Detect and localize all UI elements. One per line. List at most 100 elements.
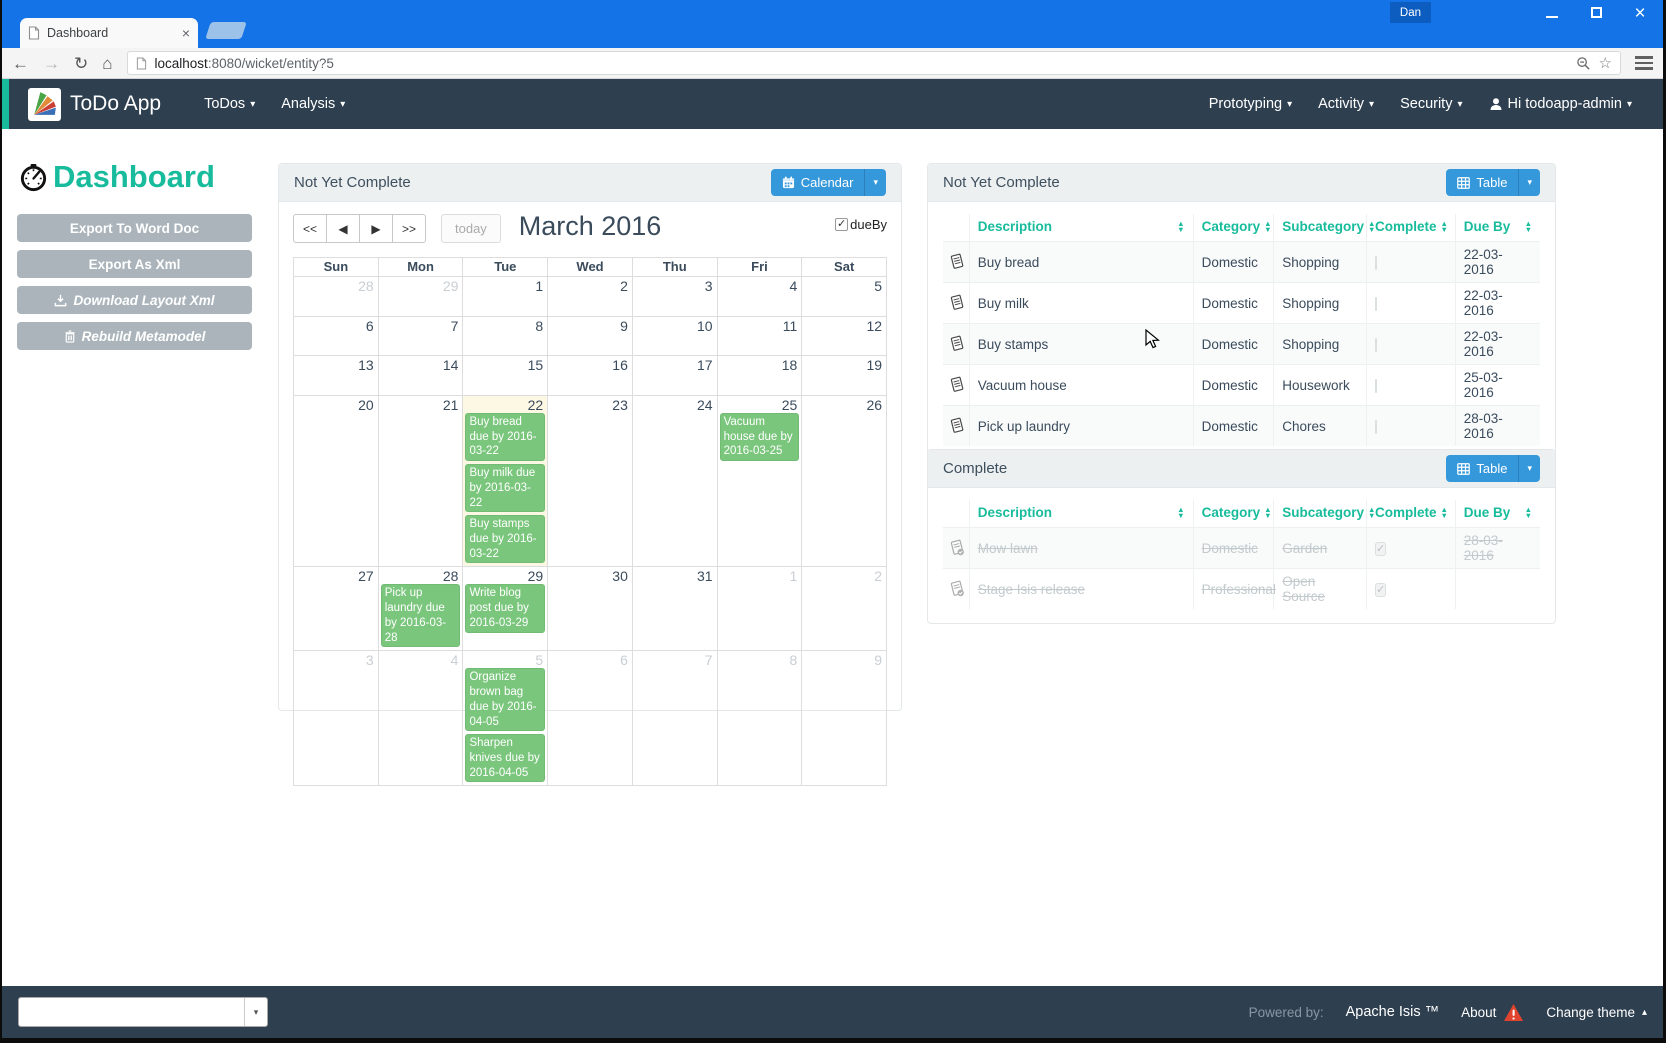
- calendar-day-cell[interactable]: 18: [718, 356, 803, 396]
- calendar-day-cell[interactable]: 1: [463, 277, 548, 317]
- table-row[interactable]: Buy milkDomesticShopping22-03-2016: [943, 283, 1540, 324]
- url-bar[interactable]: localhost:8080/wicket/entity?5 ☆: [127, 51, 1621, 75]
- todo-app-logo-icon[interactable]: [28, 88, 61, 121]
- rebuild-metamodel-button[interactable]: Rebuild Metamodel: [17, 322, 252, 350]
- table-row[interactable]: Buy breadDomesticShopping22-03-2016: [943, 242, 1540, 283]
- calendar-day-cell[interactable]: 2: [802, 567, 887, 651]
- column-header-category[interactable]: Category▲▼: [1193, 500, 1274, 528]
- calendar-event[interactable]: Write blog post due by 2016-03-29: [465, 584, 545, 632]
- download-layout-xml-button[interactable]: Download Layout Xml: [17, 286, 252, 314]
- calendar-event[interactable]: Sharpen knives due by 2016-04-05: [465, 734, 545, 782]
- calendar-day-cell[interactable]: 13: [294, 356, 379, 396]
- chevron-down-icon[interactable]: ▾: [864, 169, 886, 196]
- sort-icon[interactable]: ▲▼: [1177, 507, 1184, 519]
- calendar-day-cell[interactable]: 25Vacuum house due by 2016-03-25: [718, 396, 803, 567]
- calendar-day-cell[interactable]: 31: [633, 567, 718, 651]
- complete-checkbox[interactable]: [1375, 379, 1377, 393]
- sort-icon[interactable]: ▲▼: [1525, 221, 1532, 233]
- calendar-day-cell[interactable]: 30: [548, 567, 633, 651]
- table-row[interactable]: Stage Isis releaseProfessionalOpen Sourc…: [943, 569, 1540, 610]
- calendar-day-cell[interactable]: 2: [548, 277, 633, 317]
- complete-checkbox[interactable]: [1375, 297, 1377, 311]
- select-arrow-icon[interactable]: ▾: [244, 998, 267, 1026]
- menu-security[interactable]: Security▾: [1400, 96, 1462, 112]
- calendar-day-cell[interactable]: 3: [294, 651, 379, 786]
- calendar-event[interactable]: Pick up laundry due by 2016-03-28: [381, 584, 461, 647]
- column-header-complete[interactable]: Complete▲▼: [1367, 214, 1456, 242]
- calendar-day-cell[interactable]: 21: [379, 396, 464, 567]
- calendar-view-button[interactable]: Calendar ▾: [771, 169, 886, 196]
- sort-icon[interactable]: ▲▼: [1264, 507, 1271, 519]
- change-theme-menu[interactable]: Change theme ▴: [1546, 1005, 1647, 1020]
- bookmark-star-icon[interactable]: ☆: [1599, 54, 1612, 72]
- calendar-day-cell[interactable]: 11: [718, 317, 803, 356]
- browser-menu-icon[interactable]: [1635, 56, 1653, 70]
- table-row[interactable]: Vacuum houseDomesticHousework25-03-2016: [943, 365, 1540, 406]
- column-header-due-by[interactable]: Due By▲▼: [1455, 500, 1540, 528]
- complete-checkbox[interactable]: [1375, 256, 1377, 270]
- tab-close-icon[interactable]: ×: [182, 26, 190, 40]
- calendar-day-cell[interactable]: 7: [633, 651, 718, 786]
- sort-icon[interactable]: ▲▼: [1264, 221, 1271, 233]
- menu-analysis[interactable]: Analysis▾: [281, 96, 345, 112]
- theme-select[interactable]: ▾: [18, 997, 268, 1027]
- url-text[interactable]: localhost:8080/wicket/entity?5: [155, 56, 1568, 71]
- calendar-event[interactable]: Buy bread due by 2016-03-22: [465, 413, 545, 461]
- calendar-day-cell[interactable]: 23: [548, 396, 633, 567]
- sort-icon[interactable]: ▲▼: [1525, 507, 1532, 519]
- chevron-down-icon[interactable]: ▾: [1518, 455, 1540, 482]
- table-row[interactable]: Pick up laundryDomesticChores28-03-2016: [943, 406, 1540, 447]
- menu-activity[interactable]: Activity▾: [1318, 96, 1374, 112]
- calendar-day-cell[interactable]: 7: [379, 317, 464, 356]
- column-header-due-by[interactable]: Due By▲▼: [1455, 214, 1540, 242]
- calendar-day-cell[interactable]: 20: [294, 396, 379, 567]
- export-as-xml-button[interactable]: Export As Xml: [17, 250, 252, 278]
- export-to-word-doc-button[interactable]: Export To Word Doc: [17, 214, 252, 242]
- minimize-icon[interactable]: [1545, 5, 1559, 23]
- calendar-day-cell[interactable]: 17: [633, 356, 718, 396]
- table-row[interactable]: Mow lawnDomesticGarden✓28-03-2016: [943, 528, 1540, 569]
- about-link[interactable]: About: [1461, 1003, 1524, 1022]
- table-row[interactable]: Buy stampsDomesticShopping22-03-2016: [943, 324, 1540, 365]
- calendar-day-cell[interactable]: 24: [633, 396, 718, 567]
- calendar-day-cell[interactable]: 9: [548, 317, 633, 356]
- complete-checkbox[interactable]: [1375, 420, 1377, 434]
- app-brand[interactable]: ToDo App: [70, 92, 161, 116]
- column-header-description[interactable]: Description▲▼: [969, 214, 1193, 242]
- calendar-day-cell[interactable]: 6: [548, 651, 633, 786]
- calendar-day-cell[interactable]: 22Buy bread due by 2016-03-22Buy milk du…: [463, 396, 548, 567]
- sort-icon[interactable]: ▲▼: [1441, 507, 1448, 519]
- calendar-day-cell[interactable]: 19: [802, 356, 887, 396]
- calendar-day-cell[interactable]: 16: [548, 356, 633, 396]
- calendar-day-cell[interactable]: 12: [802, 317, 887, 356]
- browser-profile-badge[interactable]: Dan: [1390, 2, 1431, 23]
- menu-prototyping[interactable]: Prototyping▾: [1209, 96, 1292, 112]
- sort-icon[interactable]: ▲▼: [1441, 221, 1448, 233]
- column-header-description[interactable]: Description▲▼: [969, 500, 1193, 528]
- complete-view-button[interactable]: Table ▾: [1446, 455, 1540, 482]
- calendar-event[interactable]: Buy milk due by 2016-03-22: [465, 464, 545, 512]
- menu-hi-todoapp-admin[interactable]: Hi todoapp-admin▾: [1489, 96, 1633, 112]
- complete-checkbox[interactable]: [1375, 338, 1377, 352]
- calendar-day-cell[interactable]: 29: [379, 277, 464, 317]
- column-header-category[interactable]: Category▲▼: [1193, 214, 1274, 242]
- calendar-event[interactable]: Organize brown bag due by 2016-04-05: [465, 668, 545, 731]
- column-header-subcategory[interactable]: Subcategory▲▼: [1274, 500, 1367, 528]
- calendar-day-cell[interactable]: 8: [718, 651, 803, 786]
- calendar-day-cell[interactable]: 28Pick up laundry due by 2016-03-28: [379, 567, 464, 651]
- calendar-day-cell[interactable]: 8: [463, 317, 548, 356]
- sort-icon[interactable]: ▲▼: [1177, 221, 1184, 233]
- complete-checkbox[interactable]: ✓: [1375, 583, 1386, 597]
- nyc-view-button[interactable]: Table ▾: [1446, 169, 1540, 196]
- chevron-down-icon[interactable]: ▾: [1518, 169, 1540, 196]
- calendar-day-cell[interactable]: 10: [633, 317, 718, 356]
- zoom-icon[interactable]: [1576, 56, 1591, 71]
- dueby-checkbox[interactable]: ✓: [835, 218, 848, 231]
- browser-tab[interactable]: Dashboard ×: [20, 18, 198, 48]
- calendar-day-cell[interactable]: 6: [294, 317, 379, 356]
- calendar-day-cell[interactable]: 29Write blog post due by 2016-03-29: [463, 567, 548, 651]
- calendar-day-cell[interactable]: 4: [718, 277, 803, 317]
- calendar-event[interactable]: Buy stamps due by 2016-03-22: [465, 515, 545, 563]
- refresh-icon[interactable]: ↻: [74, 55, 88, 72]
- calendar-day-cell[interactable]: 5Organize brown bag due by 2016-04-05Sha…: [463, 651, 548, 786]
